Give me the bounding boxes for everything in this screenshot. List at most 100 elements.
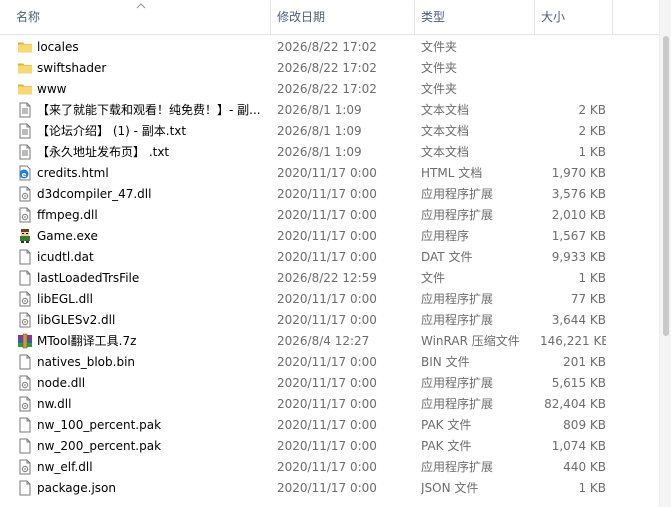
scrollbar-thumb[interactable] — [663, 36, 669, 336]
dll-file-icon — [17, 394, 33, 415]
file-row[interactable]: libGLESv2.dll 2020/11/17 0:00 应用程序扩展 3,644 … — [0, 310, 660, 331]
file-name: nw_elf.dll — [37, 460, 93, 474]
column-header-size[interactable]: 大小 — [541, 0, 565, 34]
file-row[interactable]: lastLoadedTrsFile 2026/8/22 12:59 文件 1 KB — [0, 268, 660, 289]
html-file-icon: e — [17, 163, 33, 184]
file-type: 文本文档 — [421, 145, 470, 159]
file-row[interactable]: 【永久地址发布页】 .txt 2026/8/1 1:09 文本文档 1 KB — [0, 142, 660, 163]
file-size: 1 KB — [578, 481, 606, 495]
file-size: 1 KB — [578, 271, 606, 285]
file-modified-date: 2026/8/22 17:02 — [277, 82, 377, 96]
file-type: DAT 文件 — [421, 250, 473, 264]
file-row[interactable]: e credits.html 2020/11/17 0:00 HTML 文档 1,970… — [0, 163, 660, 184]
file-size: 2 KB — [578, 103, 606, 117]
file-modified-date: 2020/11/17 0:00 — [277, 376, 377, 390]
file-name: ffmpeg.dll — [37, 208, 98, 222]
file-modified-date: 2020/11/17 0:00 — [277, 397, 377, 411]
file-name: 【论坛介绍】 (1) - 副本.txt — [37, 124, 187, 138]
dll-file-icon — [17, 457, 33, 478]
file-row[interactable]: ffmpeg.dll 2020/11/17 0:00 应用程序扩展 2,010 KB — [0, 205, 660, 226]
file-modified-date: 2026/8/22 17:02 — [277, 40, 377, 54]
file-name: www — [37, 82, 67, 96]
file-size: 146,221 KB — [540, 334, 606, 348]
file-modified-date: 2020/11/17 0:00 — [277, 439, 377, 453]
file-row[interactable]: Game.exe 2020/11/17 0:00 应用程序 1,567 KB — [0, 226, 660, 247]
vertical-scrollbar[interactable] — [659, 0, 671, 507]
file-modified-date: 2026/8/1 1:09 — [277, 145, 362, 159]
file-row[interactable]: 【来了就能下载和观看！纯免费！】- 副... 2026/8/1 1:09 文本文档 2… — [0, 100, 660, 121]
file-name: icudtl.dat — [37, 250, 94, 264]
file-type: 文件夹 — [421, 82, 458, 96]
file-modified-date: 2026/8/4 12:27 — [277, 334, 370, 348]
file-size: 201 KB — [563, 355, 606, 369]
file-modified-date: 2020/11/17 0:00 — [277, 187, 377, 201]
file-modified-date: 2020/11/17 0:00 — [277, 418, 377, 432]
dll-file-icon — [17, 373, 33, 394]
file-row[interactable]: nw_200_percent.pak 2020/11/17 0:00 PAK 文件 1… — [0, 436, 660, 457]
file-row[interactable]: swiftshader 2026/8/22 17:02 文件夹 — [0, 58, 660, 79]
winrar-archive-icon — [17, 331, 33, 352]
file-size: 3,644 KB — [551, 313, 606, 327]
file-name: nw_100_percent.pak — [37, 418, 162, 432]
file-name: 【永久地址发布页】 .txt — [37, 145, 170, 159]
file-modified-date: 2020/11/17 0:00 — [277, 481, 377, 495]
file-size: 1,567 KB — [551, 229, 606, 243]
file-type: 应用程序扩展 — [421, 187, 494, 201]
column-divider[interactable] — [612, 0, 613, 34]
file-row[interactable]: node.dll 2020/11/17 0:00 应用程序扩展 5,615 KB — [0, 373, 660, 394]
file-type: 文本文档 — [421, 103, 470, 117]
file-modified-date: 2020/11/17 0:00 — [277, 313, 377, 327]
file-name: 【来了就能下载和观看！纯免费！】- 副... — [37, 103, 261, 117]
file-name: d3dcompiler_47.dll — [37, 187, 152, 201]
blank-file-icon — [17, 247, 33, 268]
file-size: 1,074 KB — [551, 439, 606, 453]
file-name: libGLESv2.dll — [37, 313, 116, 327]
column-divider[interactable] — [270, 0, 271, 34]
sort-ascending-icon — [136, 3, 146, 9]
file-size: 2 KB — [578, 124, 606, 138]
column-header-bar: 名称 修改日期 类型 大小 — [0, 0, 671, 35]
dll-file-icon — [17, 310, 33, 331]
column-header-name[interactable]: 名称 — [16, 0, 40, 34]
file-name: node.dll — [37, 376, 86, 390]
dll-file-icon — [17, 205, 33, 226]
file-row[interactable]: d3dcompiler_47.dll 2020/11/17 0:00 应用程序扩展 3… — [0, 184, 660, 205]
text-file-icon — [17, 142, 33, 163]
column-header-type[interactable]: 类型 — [421, 0, 445, 34]
column-divider[interactable] — [414, 0, 415, 34]
file-modified-date: 2020/11/17 0:00 — [277, 250, 377, 264]
file-row[interactable]: nw.dll 2020/11/17 0:00 应用程序扩展 82,404 KB — [0, 394, 660, 415]
text-file-icon — [17, 121, 33, 142]
file-name: nw_200_percent.pak — [37, 439, 162, 453]
file-row[interactable]: nw_100_percent.pak 2020/11/17 0:00 PAK 文件 8… — [0, 415, 660, 436]
file-type: 应用程序扩展 — [421, 460, 494, 474]
file-modified-date: 2026/8/22 12:59 — [277, 271, 377, 285]
file-type: 应用程序扩展 — [421, 313, 494, 327]
dll-file-icon — [17, 184, 33, 205]
file-type: BIN 文件 — [421, 355, 470, 369]
file-row[interactable]: natives_blob.bin 2020/11/17 0:00 BIN 文件 201… — [0, 352, 660, 373]
file-row[interactable]: locales 2026/8/22 17:02 文件夹 — [0, 37, 660, 58]
file-row[interactable]: 【论坛介绍】 (1) - 副本.txt 2026/8/1 1:09 文本文档 2 KB — [0, 121, 660, 142]
blank-file-icon — [17, 436, 33, 457]
file-row[interactable]: icudtl.dat 2020/11/17 0:00 DAT 文件 9,933 KB — [0, 247, 660, 268]
file-name: libEGL.dll — [37, 292, 93, 306]
file-modified-date: 2026/8/1 1:09 — [277, 103, 362, 117]
file-row[interactable]: MTool翻译工具.7z 2026/8/4 12:27 WinRAR 压缩文件 146… — [0, 331, 660, 352]
file-name: natives_blob.bin — [37, 355, 136, 369]
file-modified-date: 2020/11/17 0:00 — [277, 229, 377, 243]
file-name: locales — [37, 40, 79, 54]
blank-file-icon — [17, 268, 33, 289]
column-header-date[interactable]: 修改日期 — [277, 0, 325, 34]
file-type: JSON 文件 — [421, 481, 479, 495]
file-type: 应用程序扩展 — [421, 397, 494, 411]
file-size: 2,010 KB — [551, 208, 606, 222]
file-name: Game.exe — [37, 229, 98, 243]
file-type: WinRAR 压缩文件 — [421, 334, 520, 348]
file-row[interactable]: package.json 2020/11/17 0:00 JSON 文件 1 KB — [0, 478, 660, 499]
file-row[interactable]: www 2026/8/22 17:02 文件夹 — [0, 79, 660, 100]
file-modified-date: 2020/11/17 0:00 — [277, 292, 377, 306]
file-row[interactable]: nw_elf.dll 2020/11/17 0:00 应用程序扩展 440 KB — [0, 457, 660, 478]
file-row[interactable]: libEGL.dll 2020/11/17 0:00 应用程序扩展 77 KB — [0, 289, 660, 310]
column-divider[interactable] — [534, 0, 535, 34]
